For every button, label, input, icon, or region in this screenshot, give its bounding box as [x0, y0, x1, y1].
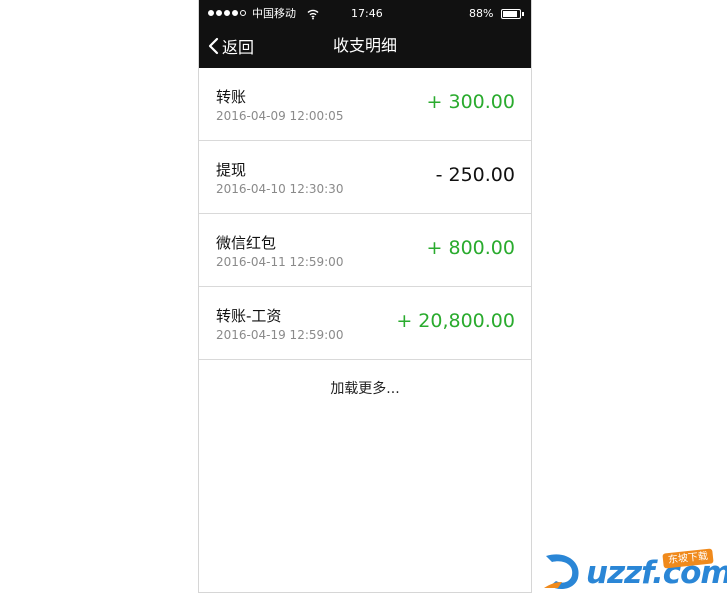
transaction-time: 2016-04-11 12:59:00 — [216, 255, 344, 269]
top-bar: 中国移动 17:46 88% 返回 收支明细 — [199, 0, 531, 68]
status-bar: 中国移动 17:46 88% — [199, 0, 531, 28]
signal-strength-icon — [208, 10, 246, 18]
transaction-amount: - 250.00 — [435, 164, 515, 186]
battery-cap — [522, 12, 524, 16]
transaction-list: 转账 2016-04-09 12:00:05 + 300.00 提现 2016-… — [199, 68, 531, 418]
uzzf-logo-icon — [544, 554, 579, 590]
battery-percentage: 88% — [469, 7, 494, 20]
battery-fill — [503, 11, 517, 17]
transaction-title: 微信红包 — [216, 234, 277, 252]
transaction-row[interactable]: 提现 2016-04-10 12:30:30 - 250.00 — [199, 141, 531, 214]
transaction-amount: + 800.00 — [426, 237, 515, 259]
transaction-amount: + 20,800.00 — [396, 310, 515, 332]
page-title: 收支明细 — [332, 36, 397, 55]
carrier-name: 中国移动 — [252, 7, 296, 20]
signal-dot — [224, 10, 230, 16]
transaction-title: 提现 — [216, 161, 247, 179]
transaction-amount: + 300.00 — [426, 91, 515, 113]
transaction-time: 2016-04-10 12:30:30 — [216, 182, 344, 196]
signal-dot — [240, 10, 246, 16]
transaction-row[interactable]: 转账 2016-04-09 12:00:05 + 300.00 — [199, 68, 531, 141]
transaction-time: 2016-04-09 12:00:05 — [216, 109, 344, 123]
transaction-row[interactable]: 微信红包 2016-04-11 12:59:00 + 800.00 — [199, 214, 531, 287]
load-more-button[interactable]: 加载更多... — [199, 360, 531, 418]
phone-screen: 中国移动 17:46 88% 返回 收支明细 转账 2016-04-09 12:… — [198, 0, 532, 593]
page: 中国移动 17:46 88% 返回 收支明细 转账 2016-04-09 12:… — [0, 0, 727, 609]
battery-icon — [501, 9, 521, 19]
signal-dot — [216, 10, 222, 16]
transaction-title: 转账-工资 — [216, 307, 282, 325]
status-time: 17:46 — [351, 7, 383, 20]
transaction-title: 转账 — [216, 88, 247, 106]
signal-dot — [208, 10, 214, 16]
watermark-logo: uzzf.com 东坡下载 — [540, 545, 727, 597]
transaction-time: 2016-04-19 12:59:00 — [216, 328, 344, 342]
transaction-row[interactable]: 转账-工资 2016-04-19 12:59:00 + 20,800.00 — [199, 287, 531, 360]
signal-dot — [232, 10, 238, 16]
wifi-icon — [307, 9, 319, 20]
